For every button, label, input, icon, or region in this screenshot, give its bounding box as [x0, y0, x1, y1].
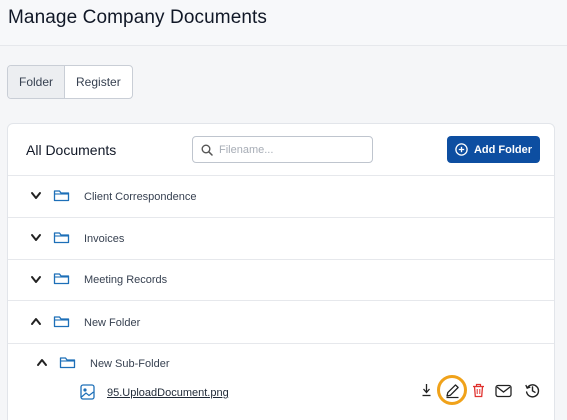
subfolder-row[interactable]: New Sub-Folder: [8, 343, 554, 380]
folder-label: Client Correspondence: [84, 191, 197, 203]
view-toggle: Folder Register: [7, 65, 133, 99]
folder-label: New Folder: [84, 317, 141, 329]
documents-panel: All Documents Add Folder Client Correspo…: [7, 123, 555, 420]
tab-folder[interactable]: Folder: [8, 66, 66, 98]
history-icon[interactable]: [524, 382, 541, 399]
folder-row[interactable]: Invoices: [8, 217, 554, 259]
chevron-down-icon[interactable]: [30, 275, 42, 285]
folder-icon: [53, 316, 70, 328]
image-file-icon: [80, 384, 95, 400]
search-input[interactable]: [219, 143, 359, 156]
folder-row[interactable]: Client Correspondence: [8, 175, 554, 217]
folder-label: Invoices: [84, 233, 125, 245]
plus-circle-icon: [455, 143, 468, 156]
subfolder-label: New Sub-Folder: [90, 358, 170, 370]
tab-register[interactable]: Register: [65, 66, 132, 98]
folder-row[interactable]: New Folder: [8, 300, 554, 343]
page-header: Manage Company Documents: [0, 0, 567, 46]
file-link[interactable]: 95.UploadDocument.png: [107, 387, 229, 399]
search-icon: [201, 144, 213, 156]
trash-icon[interactable]: [472, 383, 485, 398]
download-icon[interactable]: [421, 383, 432, 397]
chevron-up-icon[interactable]: [36, 357, 48, 367]
folder-icon: [53, 232, 70, 244]
search-field[interactable]: [192, 136, 373, 163]
panel-title: All Documents: [26, 142, 117, 158]
chevron-down-icon[interactable]: [30, 191, 42, 201]
folder-icon: [59, 357, 76, 369]
envelope-icon[interactable]: [495, 384, 512, 398]
folder-icon: [53, 273, 70, 285]
page-title: Manage Company Documents: [8, 7, 268, 28]
folder-icon: [53, 190, 70, 202]
chevron-up-icon[interactable]: [30, 316, 42, 326]
edit-highlight-ring: [437, 375, 467, 405]
folder-row[interactable]: Meeting Records: [8, 259, 554, 300]
folder-label: Meeting Records: [84, 274, 168, 286]
add-folder-label: Add Folder: [473, 143, 533, 156]
add-folder-button[interactable]: Add Folder: [447, 136, 540, 163]
chevron-down-icon[interactable]: [30, 233, 42, 243]
